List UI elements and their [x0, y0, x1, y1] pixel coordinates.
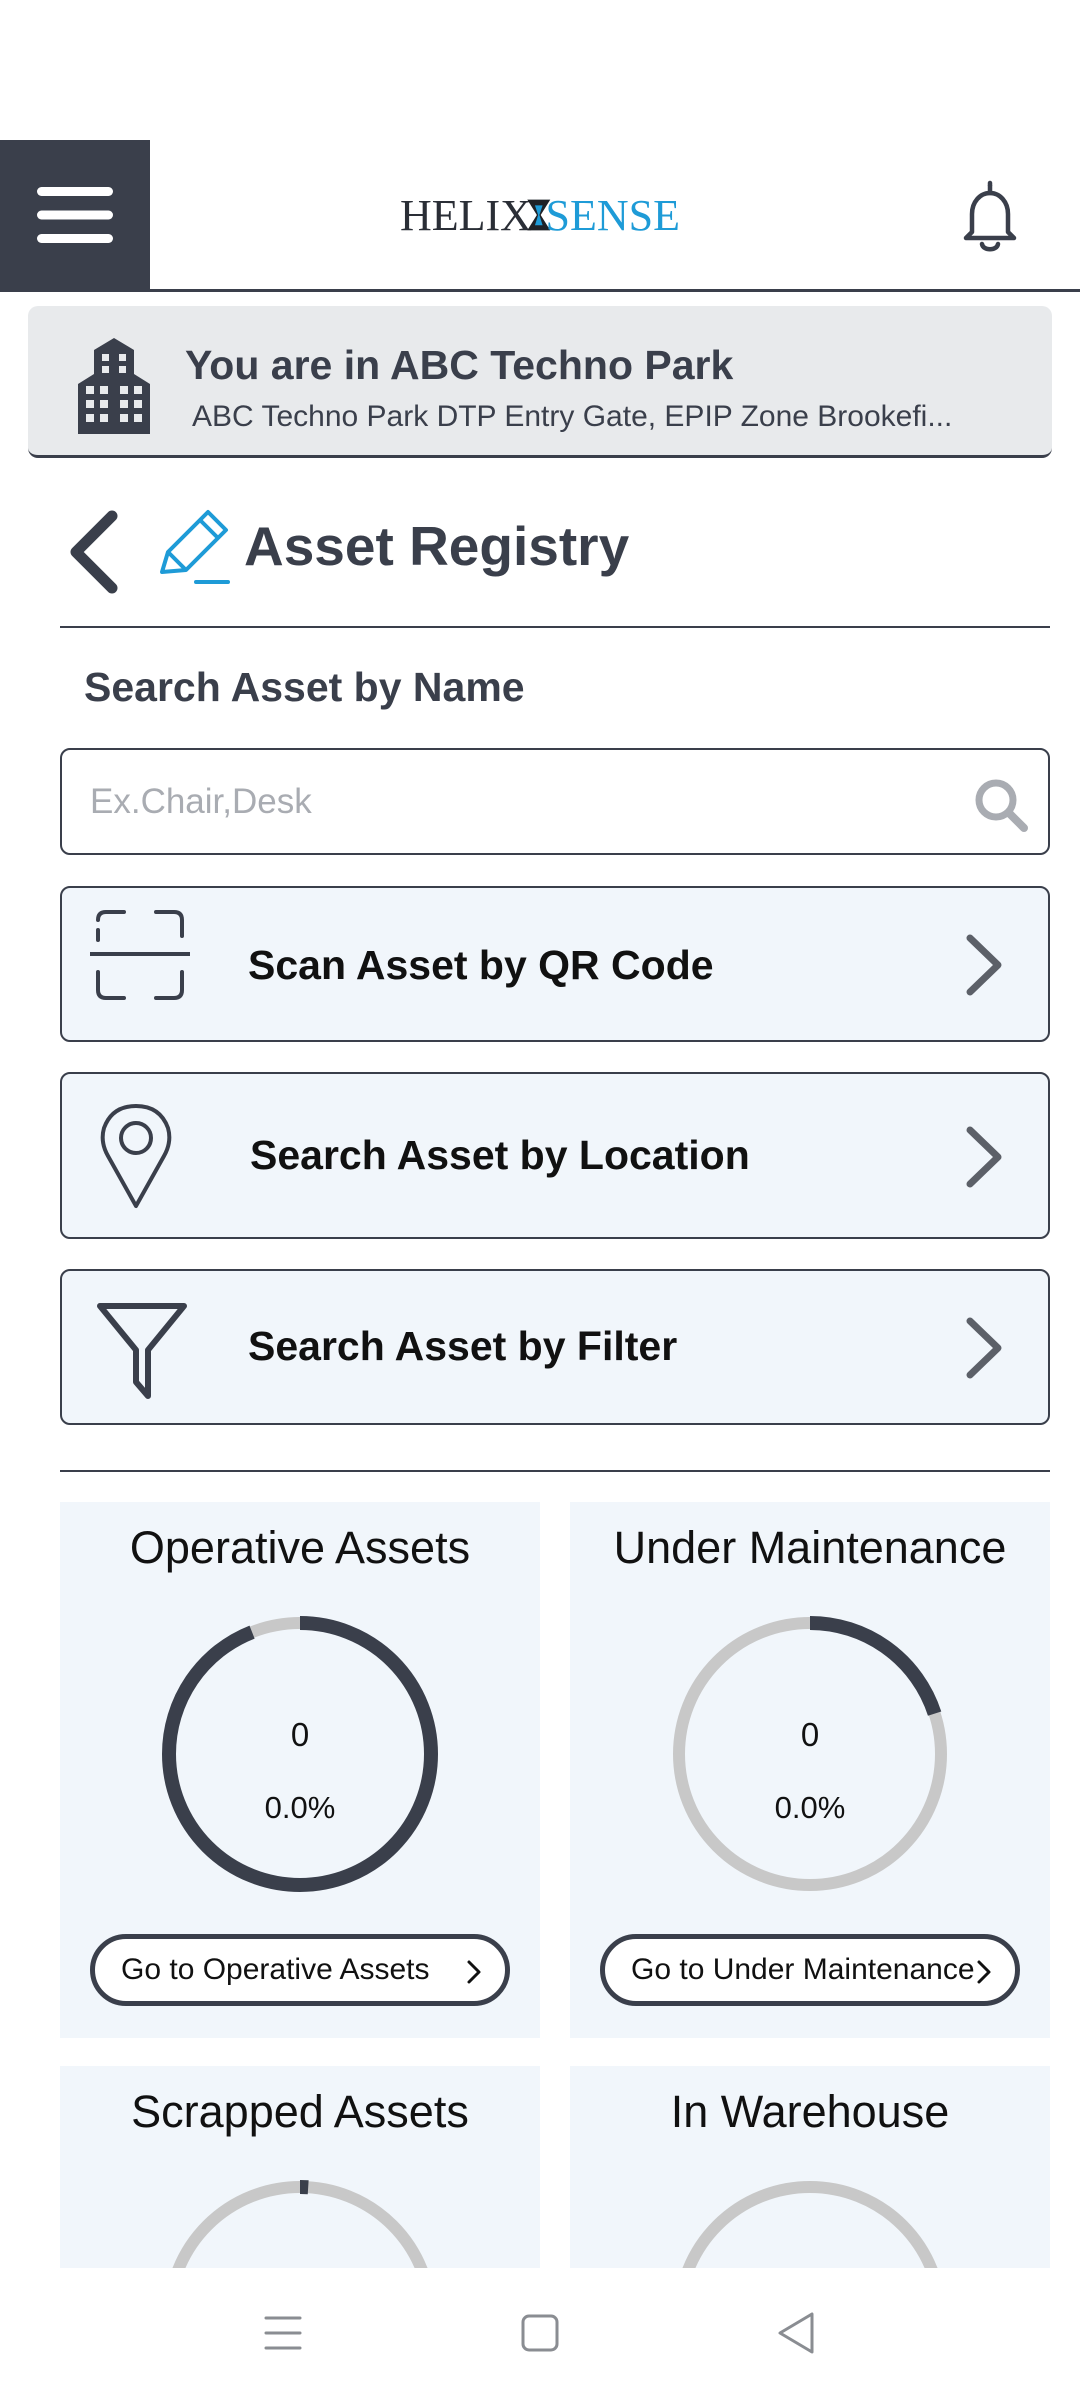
search-icon[interactable]: [972, 776, 1030, 834]
scrapped-assets-donut: [162, 2180, 438, 2268]
in-warehouse-donut: [682, 2181, 938, 2268]
operative-assets-donut: [162, 1616, 438, 1892]
under-maintenance-card: Under Maintenance 0 0.0% Go to Under Mai…: [570, 1502, 1050, 2038]
back-icon[interactable]: [772, 2308, 822, 2358]
scan-qr-label: Scan Asset by QR Code: [248, 942, 714, 988]
donut-track: [682, 2181, 938, 2268]
under-maintenance-percent: 0.0%: [774, 1790, 846, 1825]
search-input[interactable]: [90, 750, 970, 853]
under-maintenance-title: Under Maintenance: [613, 1522, 1007, 1573]
pencil-icon: [160, 510, 230, 584]
operative-assets-percent: 0.0%: [264, 1790, 336, 1825]
scrapped-assets-title: Scrapped Assets: [131, 2086, 469, 2137]
section-divider: [60, 1470, 1050, 1472]
search-filter-option[interactable]: Search Asset by Filter: [60, 1269, 1050, 1425]
chevron-right-icon: [966, 1317, 1002, 1379]
page-title: Asset Registry: [244, 515, 630, 577]
chevron-right-icon: [977, 1960, 991, 1984]
scrapped-assets-card: Scrapped Assets: [60, 2066, 540, 2268]
back-arrow-icon[interactable]: [64, 508, 124, 596]
go-to-operative-assets-label: Go to Operative Assets: [121, 1953, 430, 1986]
search-location-option[interactable]: Search Asset by Location: [60, 1072, 1050, 1239]
go-to-operative-assets-button[interactable]: Go to Operative Assets: [90, 1934, 510, 2006]
app-header: HELIX SENSE: [0, 140, 1080, 292]
page-header: Asset Registry: [60, 498, 1050, 628]
operative-assets-card: Operative Assets 0 0.0% Go to Operative …: [60, 1502, 540, 2038]
status-bar: [0, 0, 1080, 140]
location-pin-icon: [100, 1104, 172, 1208]
operative-assets-count: 0: [290, 1716, 310, 1753]
helixsense-logo: HELIX SENSE: [400, 162, 680, 268]
chevron-right-icon: [467, 1960, 481, 1984]
under-maintenance-count: 0: [800, 1716, 820, 1753]
operative-assets-title: Operative Assets: [129, 1522, 471, 1573]
system-nav-bar: [0, 2268, 1080, 2400]
search-box: [60, 748, 1050, 855]
hamburger-menu-icon: [37, 187, 113, 243]
building-icon: [78, 338, 150, 434]
bell-icon[interactable]: [950, 178, 1030, 258]
filter-icon: [97, 1303, 187, 1399]
search-label: Search Asset by Name: [84, 664, 525, 710]
site-address: ABC Techno Park DTP Entry Gate, EPIP Zon…: [192, 400, 953, 433]
chevron-right-icon: [966, 934, 1002, 996]
menu-button[interactable]: [0, 140, 150, 290]
current-site-card[interactable]: You are in ABC Techno Park ABC Techno Pa…: [28, 306, 1052, 458]
in-warehouse-card: In Warehouse: [570, 2066, 1050, 2268]
under-maintenance-donut: [672, 1616, 948, 1892]
go-to-under-maintenance-button[interactable]: Go to Under Maintenance: [600, 1934, 1020, 2006]
search-filter-label: Search Asset by Filter: [248, 1323, 678, 1369]
qr-scan-icon: [90, 910, 190, 1000]
chevron-right-icon: [966, 1126, 1002, 1188]
go-to-under-maintenance-label: Go to Under Maintenance: [631, 1953, 975, 1986]
search-location-label: Search Asset by Location: [250, 1132, 750, 1178]
donut-track: [172, 2181, 428, 2268]
in-warehouse-title: In Warehouse: [670, 2086, 950, 2137]
home-icon[interactable]: [515, 2308, 565, 2358]
scan-qr-option[interactable]: Scan Asset by QR Code: [60, 886, 1050, 1042]
site-title: You are in ABC Techno Park: [185, 342, 734, 388]
donut-arc: [162, 1616, 438, 1892]
recent-apps-icon[interactable]: [258, 2308, 308, 2358]
